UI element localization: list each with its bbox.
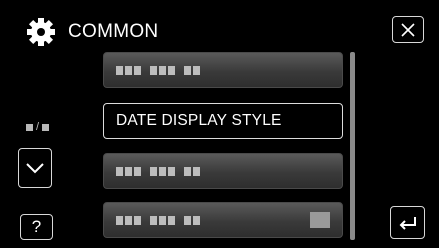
menu-item-4[interactable]	[103, 202, 343, 238]
redacted-label	[116, 215, 200, 225]
return-icon	[399, 216, 416, 230]
page-indicator: /	[26, 121, 50, 133]
scrollbar[interactable]	[350, 52, 355, 240]
redacted-label	[116, 65, 200, 75]
close-icon	[401, 22, 415, 37]
page-indicator-slash: /	[36, 121, 40, 133]
gear-icon	[27, 18, 55, 46]
back-button[interactable]	[390, 206, 425, 239]
chevron-down-icon	[26, 163, 44, 174]
close-button[interactable]	[392, 16, 424, 43]
menu-item-date-display-style[interactable]: DATE DISPLAY STYLE	[103, 103, 343, 139]
help-icon: ?	[31, 217, 42, 236]
help-button[interactable]: ?	[20, 214, 53, 240]
page-indicator-block	[26, 123, 33, 131]
menu-item-label: DATE DISPLAY STYLE	[116, 112, 282, 129]
screen-header: COMMON	[26, 18, 158, 46]
scroll-down-button[interactable]	[18, 148, 52, 188]
menu-item-1[interactable]	[103, 52, 343, 88]
setting-value-icon	[310, 212, 330, 228]
page-title: COMMON	[68, 21, 159, 42]
page-indicator-block	[42, 123, 50, 131]
redacted-label	[116, 166, 200, 176]
menu-item-3[interactable]	[103, 153, 343, 189]
